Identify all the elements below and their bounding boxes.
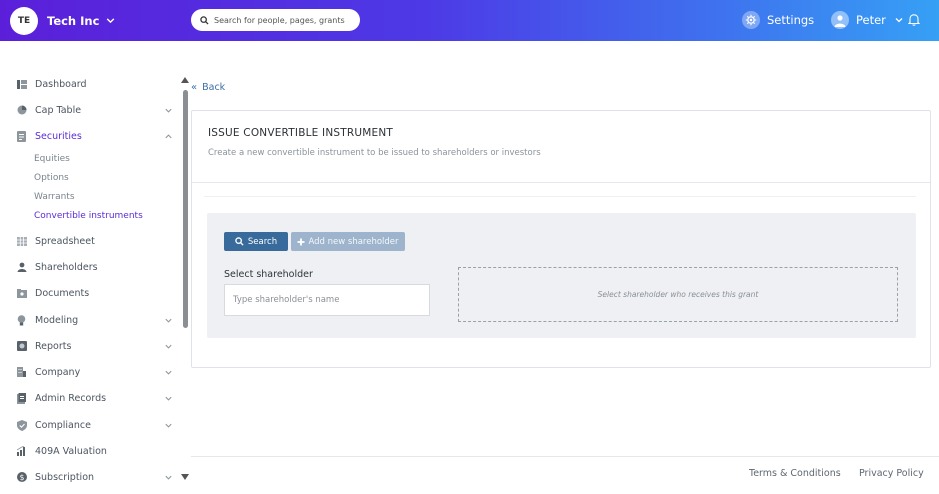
dollar-icon: $ [16, 472, 27, 483]
sidebar-item-label: Dashboard [35, 78, 87, 90]
page-title: ISSUE CONVERTIBLE INSTRUMENT [208, 127, 393, 139]
sidebar-item-company[interactable]: Company [16, 364, 176, 380]
user-menu[interactable]: Peter [831, 11, 904, 29]
sidebar-item-label: 409A Valuation [35, 445, 107, 457]
chevron-down-icon [895, 18, 903, 23]
sidebar-item-shareholders[interactable]: Shareholders [16, 259, 176, 275]
bell-icon[interactable] [908, 13, 920, 26]
user-name: Peter [856, 13, 886, 27]
search-button[interactable]: Search [224, 232, 288, 251]
add-new-shareholder-label: Add new shareholder [308, 236, 399, 247]
sidebar-item-label: Shareholders [35, 261, 98, 273]
dropzone-text: Select shareholder who receives this gra… [597, 290, 759, 299]
sidebar-item-cap-table[interactable]: Cap Table [16, 102, 176, 118]
chevron-down-icon [165, 370, 172, 375]
chevron-down-icon [165, 344, 172, 349]
person-icon [16, 262, 27, 273]
select-shareholder-label: Select shareholder [224, 269, 313, 280]
pie-chart-icon [16, 105, 27, 116]
sidebar-subitem-equities[interactable]: Equities [34, 154, 70, 164]
sidebar-item-dashboard[interactable]: Dashboard [16, 76, 176, 92]
sidebar-item-modeling[interactable]: Modeling [16, 312, 176, 328]
user-avatar-icon [831, 11, 849, 29]
document-icon [16, 130, 27, 142]
sidebar-item-documents[interactable]: Documents [16, 285, 176, 301]
sidebar-item-compliance[interactable]: Compliance [16, 417, 176, 433]
sidebar-item-label: Documents [35, 287, 90, 299]
company-switcher[interactable]: TE Tech Inc [10, 6, 116, 35]
shareholder-name-input[interactable] [224, 284, 430, 316]
sidebar-item-label: Company [35, 366, 81, 378]
bulb-icon [16, 314, 27, 326]
chevron-down-icon [165, 423, 172, 428]
sidebar-item-reports[interactable]: Reports [16, 338, 176, 354]
settings-label: Settings [767, 13, 815, 27]
search-icon [235, 237, 244, 246]
building-icon [16, 367, 27, 378]
privacy-link[interactable]: Privacy Policy [859, 468, 924, 479]
gear-icon [742, 11, 760, 29]
divider [192, 182, 930, 183]
grid-icon [16, 236, 27, 247]
sidebar-subitem-options[interactable]: Options [34, 173, 69, 183]
sidebar-item-label: Modeling [35, 314, 79, 326]
chevron-down-icon [165, 475, 172, 480]
page-subtitle: Create a new convertible instrument to b… [208, 148, 541, 158]
top-bar: TE Tech Inc Settings Peter [0, 0, 939, 41]
chevron-down-icon [165, 318, 172, 323]
company-avatar: TE [10, 6, 38, 35]
plus-icon [297, 238, 305, 245]
sidebar-item-label: Spreadsheet [35, 235, 95, 247]
sidebar-scrollbar[interactable] [183, 90, 188, 328]
search-button-label: Search [247, 236, 278, 247]
sidebar-item-admin-records[interactable]: Admin Records [16, 390, 176, 406]
records-icon [16, 392, 27, 404]
double-chevron-left-icon: « [191, 82, 198, 93]
folder-icon [16, 288, 27, 299]
sidebar-item-label: Securities [35, 130, 82, 142]
divider [204, 196, 916, 197]
sidebar-subitem-warrants[interactable]: Warrants [34, 192, 75, 202]
sidebar-item-409a-valuation[interactable]: 409A Valuation [16, 443, 176, 459]
sidebar-item-subscription[interactable]: $ Subscription [16, 469, 176, 485]
dashboard-icon [16, 79, 27, 90]
issue-instrument-card: ISSUE CONVERTIBLE INSTRUMENT Create a ne… [191, 110, 931, 368]
svg-text:$: $ [19, 473, 24, 482]
search-icon [200, 15, 209, 25]
shareholder-dropzone[interactable]: Select shareholder who receives this gra… [458, 267, 898, 322]
shareholder-selection-panel: Search Add new shareholder Select shareh… [207, 213, 916, 338]
chevron-up-icon [165, 133, 172, 138]
scroll-up-arrow[interactable] [181, 77, 189, 83]
sidebar-item-label: Subscription [35, 471, 95, 483]
sidebar-item-spreadsheet[interactable]: Spreadsheet [16, 233, 176, 249]
sidebar-item-label: Compliance [35, 419, 91, 431]
chevron-down-icon [165, 108, 172, 113]
settings-button[interactable]: Settings [742, 11, 814, 29]
sidebar-item-label: Cap Table [35, 104, 82, 116]
footer-divider [191, 456, 939, 457]
shield-icon [16, 419, 27, 431]
add-new-shareholder-button[interactable]: Add new shareholder [291, 232, 405, 251]
chart-icon [16, 446, 27, 457]
scroll-down-arrow[interactable] [181, 474, 189, 480]
reports-icon [16, 341, 27, 352]
back-label: Back [202, 82, 226, 93]
sidebar-item-label: Reports [35, 340, 72, 352]
terms-link[interactable]: Terms & Conditions [749, 468, 841, 479]
chevron-down-icon [107, 18, 115, 24]
global-search-input[interactable] [214, 15, 354, 25]
sidebar-subitem-convertible-instruments[interactable]: Convertible instruments [34, 211, 143, 221]
global-search[interactable] [191, 9, 360, 31]
company-name: Tech Inc [47, 13, 100, 28]
back-link[interactable]: « Back [191, 82, 225, 93]
sidebar-item-label: Admin Records [35, 392, 107, 404]
sidebar-item-securities[interactable]: Securities [16, 128, 176, 144]
chevron-down-icon [165, 396, 172, 401]
